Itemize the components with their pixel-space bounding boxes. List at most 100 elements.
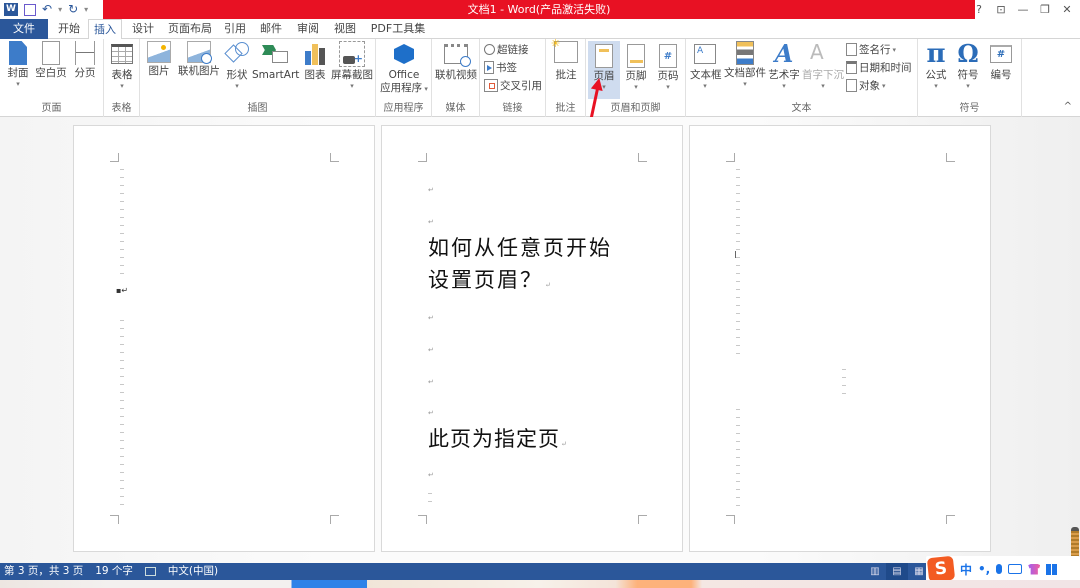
close-icon[interactable]: ✕ bbox=[1060, 3, 1074, 16]
pi-icon: π bbox=[926, 39, 946, 69]
ribbon-display-icon[interactable]: ⊡ bbox=[994, 3, 1008, 16]
table-button[interactable]: 表格 ▾ bbox=[108, 41, 136, 90]
paragraph-mark: ↵ bbox=[428, 218, 434, 226]
tab-mailings[interactable]: 邮件 bbox=[256, 19, 286, 39]
redo-icon[interactable]: ↻ bbox=[68, 0, 78, 19]
footer-button[interactable]: 页脚 ▾ bbox=[622, 41, 650, 91]
page-number-icon: # bbox=[659, 44, 677, 68]
online-pictures-button[interactable]: 联机图片 bbox=[176, 41, 222, 78]
text-box-icon: A bbox=[694, 44, 716, 64]
table-icon bbox=[111, 44, 133, 64]
text-cursor bbox=[735, 251, 736, 258]
collapse-ribbon-icon[interactable]: ^ bbox=[1064, 101, 1072, 112]
customize-qat-icon[interactable]: ▾ bbox=[84, 0, 88, 19]
group-label-symbols: 符号 bbox=[959, 103, 980, 114]
office-apps-button[interactable]: Office 应用程序 ▾ bbox=[378, 41, 430, 96]
smartart-button[interactable]: SmartArt bbox=[252, 41, 299, 82]
margin-corner bbox=[638, 153, 647, 162]
object-icon bbox=[846, 79, 857, 92]
symbol-button[interactable]: Ω 符号 ▾ bbox=[954, 39, 982, 91]
tab-pdf-tools[interactable]: PDF工具集 bbox=[368, 19, 428, 39]
object-button[interactable]: 对象 ▾ bbox=[846, 77, 886, 94]
read-mode-button[interactable]: ▥ bbox=[864, 563, 886, 580]
save-icon[interactable] bbox=[24, 3, 36, 16]
paragraph-marks bbox=[736, 163, 740, 359]
pictures-button[interactable]: 图片 bbox=[146, 41, 172, 78]
online-video-icon bbox=[444, 44, 471, 67]
online-picture-icon bbox=[187, 41, 212, 64]
bookmark-button[interactable]: 书签 bbox=[484, 59, 517, 76]
header-button[interactable]: 页眉 ▾ bbox=[588, 41, 620, 99]
date-time-button[interactable]: 日期和时间 bbox=[846, 59, 912, 76]
tab-file[interactable]: 文件 bbox=[0, 19, 48, 39]
text-box-button[interactable]: A 文本框 ▾ bbox=[690, 41, 722, 90]
quick-access-toolbar: W ↶ ▾ ↻ ▾ bbox=[0, 0, 88, 19]
equation-button[interactable]: π 公式 ▾ bbox=[922, 41, 950, 90]
group-label-illustrations: 插图 bbox=[247, 103, 268, 114]
document-heading[interactable]: 如何从任意页开始 设置页眉？ ↵ bbox=[428, 232, 612, 301]
signature-line-button[interactable]: 签名行 ▾ bbox=[846, 41, 896, 58]
punctuation-icon[interactable]: •, bbox=[978, 562, 990, 576]
drop-cap-button[interactable]: A 首字下沉 ▾ bbox=[802, 41, 844, 90]
header-icon bbox=[595, 44, 613, 68]
word-count[interactable]: 19 个字 bbox=[95, 563, 133, 580]
number-icon: # bbox=[990, 45, 1012, 63]
number-button[interactable]: # 编号 bbox=[986, 41, 1016, 82]
tab-insert[interactable]: 插入 bbox=[88, 19, 122, 40]
group-links: 超链接 书签 交叉引用 链接 bbox=[480, 39, 546, 117]
group-label-tables: 表格 bbox=[111, 103, 132, 114]
minimize-icon[interactable]: — bbox=[1016, 3, 1030, 16]
help-icon[interactable]: ? bbox=[972, 3, 986, 16]
blank-page-button[interactable]: 空白页 bbox=[34, 41, 68, 80]
tab-page-layout[interactable]: 页面布局 bbox=[164, 19, 216, 39]
quick-parts-button[interactable]: 文档部件 ▾ bbox=[724, 41, 766, 88]
skin-icon[interactable] bbox=[1028, 563, 1041, 575]
undo-dropdown-icon[interactable]: ▾ bbox=[58, 0, 62, 19]
paragraph-mark: ↵ bbox=[428, 471, 434, 479]
shapes-button[interactable]: 形状 ▾ bbox=[224, 41, 250, 90]
margin-corner bbox=[946, 153, 955, 162]
group-pages: 封面 ▾ 空白页 分页 页面 bbox=[0, 39, 104, 117]
keyboard-icon[interactable] bbox=[1008, 564, 1023, 574]
undo-icon[interactable]: ↶ bbox=[42, 0, 52, 19]
omega-icon: Ω bbox=[957, 39, 979, 68]
word-logo-icon[interactable]: W bbox=[4, 3, 18, 16]
page-number-button[interactable]: # 页码 ▾ bbox=[654, 41, 682, 91]
language[interactable]: 中文(中国) bbox=[168, 563, 218, 580]
toolbox-icon[interactable] bbox=[1046, 563, 1058, 575]
group-label-pages: 页面 bbox=[41, 103, 62, 114]
cross-reference-button[interactable]: 交叉引用 bbox=[484, 77, 542, 94]
tab-view[interactable]: 视图 bbox=[330, 19, 360, 39]
tab-review[interactable]: 审阅 bbox=[293, 19, 323, 39]
margin-corner bbox=[330, 153, 339, 162]
paragraph-marks bbox=[120, 163, 124, 275]
chart-button[interactable]: 图表 bbox=[302, 41, 328, 82]
group-label-text: 文本 bbox=[791, 103, 812, 114]
proofing-icon[interactable] bbox=[144, 567, 156, 576]
sogou-logo-icon[interactable]: S bbox=[926, 555, 956, 583]
tab-home[interactable]: 开始 bbox=[54, 19, 84, 39]
group-label-apps: 应用程序 bbox=[383, 103, 424, 114]
tab-references[interactable]: 引用 bbox=[220, 19, 250, 39]
restore-icon[interactable]: ❐ bbox=[1038, 3, 1052, 16]
margin-corner bbox=[418, 515, 427, 524]
page-break-button[interactable]: 分页 bbox=[70, 41, 100, 80]
cursor-paragraph-mark: ▪↵ bbox=[116, 286, 129, 295]
hyperlink-button[interactable]: 超链接 bbox=[484, 41, 529, 58]
cover-page-button[interactable]: 封面 ▾ bbox=[4, 41, 32, 88]
screenshot-button[interactable]: + 屏幕截图 ▾ bbox=[330, 41, 374, 90]
wordart-button[interactable]: A 艺术字 ▾ bbox=[768, 41, 800, 91]
comment-button[interactable]: ✳ 批注 bbox=[551, 37, 580, 82]
drop-cap-icon: A bbox=[810, 40, 824, 64]
online-video-button[interactable]: 联机视频 bbox=[434, 41, 478, 82]
print-layout-button[interactable]: ▤ bbox=[886, 563, 908, 580]
group-label-media: 媒体 bbox=[445, 103, 466, 114]
paragraph-mark: ↵ bbox=[428, 346, 434, 354]
ribbon-tabs: 文件 开始 插入 设计 页面布局 引用 邮件 审阅 视图 PDF工具集 ▾ bbox=[0, 19, 1080, 57]
microphone-icon[interactable] bbox=[996, 564, 1003, 574]
margin-corner bbox=[638, 515, 647, 524]
tab-design[interactable]: 设计 bbox=[128, 19, 158, 39]
ime-mode-toggle[interactable]: 中 bbox=[960, 561, 972, 578]
page-count[interactable]: 第 3 页，共 3 页 bbox=[4, 563, 83, 580]
document-body-text[interactable]: 此页为指定页↵ bbox=[428, 423, 568, 460]
